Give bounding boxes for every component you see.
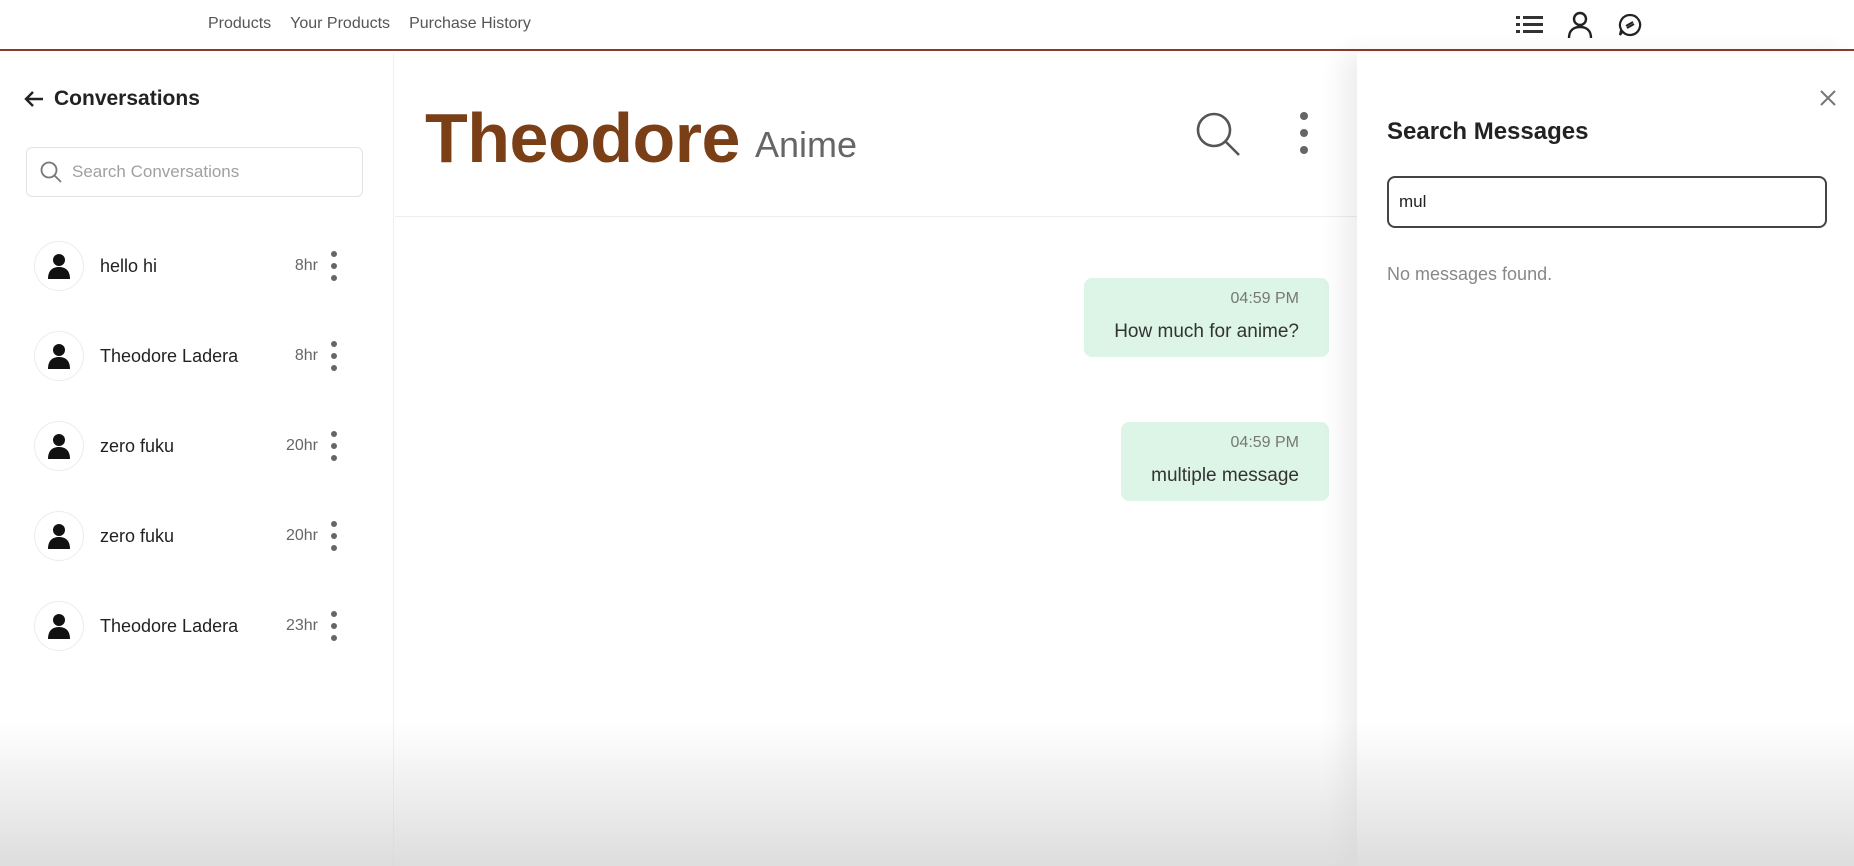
more-vertical-icon[interactable] [326,248,342,284]
nav-your-products-link[interactable]: Your Products [290,15,390,33]
search-icon[interactable] [1193,109,1243,159]
person-icon [48,254,70,279]
no-results-text: No messages found. [1387,264,1553,284]
conversation-time: 8hr [294,257,318,274]
message-text: multiple message [1151,465,1299,486]
conversation-item[interactable]: zero fuku 20hr [34,508,354,564]
conversation-time: 20hr [285,527,318,544]
search-messages-panel: Search Messages No messages found. [1357,53,1854,866]
nav-links: Products Your Products Purchase History [208,15,531,33]
avatar [34,241,84,291]
person-icon [48,434,70,459]
conversation-item[interactable]: hello hi 8hr [34,238,354,294]
conversation-search-input[interactable] [72,162,342,182]
conversation-time: 23hr [285,617,318,634]
person-icon [48,524,70,549]
chat-contact-name: Theodore [425,99,740,177]
more-vertical-icon[interactable] [1292,111,1316,161]
avatar [34,601,84,651]
conversation-item[interactable]: Theodore Ladera 8hr [34,328,354,384]
conversation-item[interactable]: Theodore Ladera 23hr [34,598,354,654]
more-vertical-icon[interactable] [326,338,342,374]
conversations-sidebar: Conversations hello hi 8hr Theodore Lade… [0,53,394,866]
list-icon[interactable] [1516,11,1544,39]
nav-purchase-history-link[interactable]: Purchase History [409,15,531,33]
nav-products-link[interactable]: Products [208,15,271,33]
conversation-name: Theodore Ladera [100,615,239,636]
conversation-item[interactable]: zero fuku 20hr [34,418,354,474]
conversation-name: Theodore Ladera [100,345,239,366]
more-vertical-icon[interactable] [326,518,342,554]
more-vertical-icon[interactable] [326,608,342,644]
message-time: 04:59 PM [1230,434,1299,451]
conversation-name: hello hi [100,255,158,276]
conversation-name: zero fuku [100,435,175,456]
user-icon[interactable] [1566,11,1594,39]
search-icon [40,161,62,183]
top-icons [1516,11,1644,39]
chat-icon[interactable] [1616,11,1644,39]
chat-area: Theodore Anime 04:59 PM How much for ani… [395,53,1357,866]
conversation-name: zero fuku [100,525,175,546]
message-search-input[interactable] [1387,176,1827,228]
message-text: How much for anime? [1114,321,1299,342]
chat-subtitle: Anime [755,124,858,165]
avatar [34,511,84,561]
panel-title: Search Messages [1387,118,1589,145]
arrow-left-icon [24,91,43,107]
more-vertical-icon[interactable] [326,428,342,464]
message-time: 04:59 PM [1230,290,1299,307]
close-icon[interactable] [1816,86,1840,110]
avatar [34,331,84,381]
message-bubble[interactable]: 04:59 PM How much for anime? [1084,278,1329,357]
sidebar-title: Conversations [54,87,200,110]
conversation-time: 20hr [285,437,318,454]
conversation-time: 8hr [294,347,318,364]
conversation-search-box[interactable] [26,147,363,197]
message-bubble[interactable]: 04:59 PM multiple message [1121,422,1329,501]
top-navigation-bar: Products Your Products Purchase History [0,0,1854,51]
person-icon [48,614,70,639]
avatar [34,421,84,471]
person-icon [48,344,70,369]
chat-header: Theodore Anime [395,53,1357,217]
back-button[interactable]: Conversations [24,87,200,111]
